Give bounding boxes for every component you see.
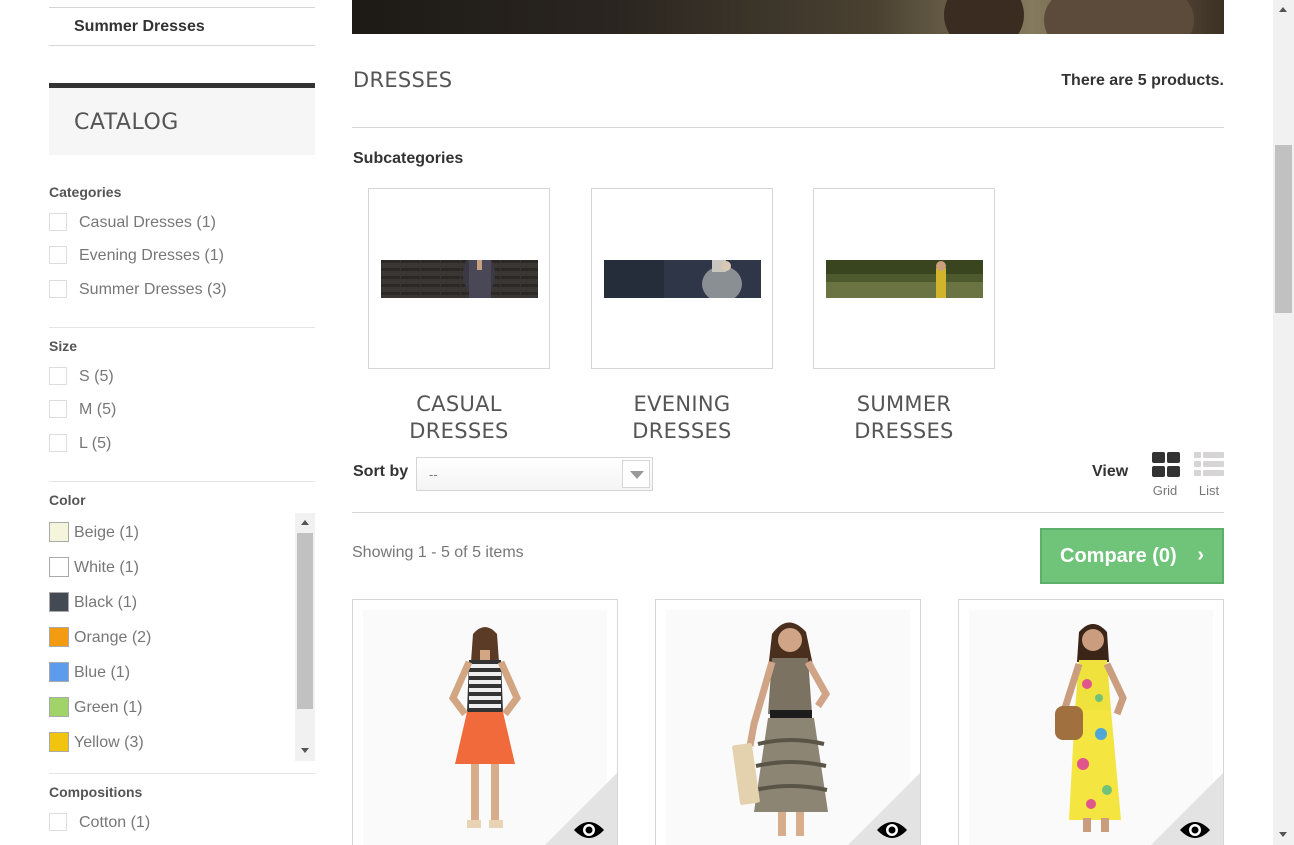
catalog-title: CATALOG (74, 110, 179, 135)
sort-by-label: Sort by (353, 463, 409, 480)
color-filter-label[interactable]: Blue (1) (74, 664, 130, 682)
subcategory-thumbnail[interactable] (381, 260, 538, 298)
color-swatch[interactable] (49, 522, 69, 542)
subcategory-thumbnail[interactable] (826, 260, 983, 298)
compare-label[interactable]: Compare (0) (1060, 545, 1177, 568)
product-card[interactable] (958, 599, 1224, 845)
divider (49, 481, 315, 482)
view-grid-label[interactable]: Grid (1149, 483, 1181, 498)
view-list-label[interactable]: List (1193, 483, 1225, 498)
subcategory-image-frame[interactable] (591, 188, 773, 369)
checkbox[interactable] (49, 813, 67, 831)
scroll-down-arrow-icon[interactable] (301, 748, 309, 753)
product-image[interactable] (728, 614, 848, 844)
category-banner-image (352, 0, 1224, 34)
sort-by-value[interactable]: -- (429, 467, 438, 482)
checkbox[interactable] (49, 280, 67, 298)
checkbox[interactable] (49, 246, 67, 264)
color-swatch[interactable] (49, 557, 69, 577)
sidebar-item-summer-dresses[interactable]: Summer Dresses (49, 7, 315, 46)
view-label: View (1092, 463, 1129, 480)
color-filter-label[interactable]: Orange (2) (74, 629, 151, 647)
page-scrollbar[interactable] (1273, 0, 1294, 845)
product-image[interactable] (1031, 614, 1151, 844)
subcategory-name-line2[interactable]: DRESSES (368, 418, 550, 445)
scroll-up-arrow-icon[interactable] (1279, 7, 1287, 12)
color-swatch[interactable] (49, 697, 69, 717)
grid-view-icon[interactable] (1150, 452, 1180, 478)
subcategory-name-line2[interactable]: DRESSES (591, 418, 773, 445)
subcategory-evening-dresses[interactable]: EVENING DRESSES (591, 188, 773, 445)
page-title: DRESSES (353, 68, 453, 92)
color-filter-label[interactable]: Black (1) (74, 594, 137, 612)
filter-title-categories: Categories (49, 184, 122, 200)
filter-title-size: Size (49, 338, 78, 354)
divider (49, 327, 315, 328)
checkbox[interactable] (49, 434, 67, 452)
eye-icon[interactable] (1179, 820, 1211, 840)
color-swatch[interactable] (49, 662, 69, 682)
scroll-down-arrow-icon[interactable] (1279, 832, 1287, 837)
compare-button[interactable]: Compare (0) › (1040, 528, 1224, 584)
subcategory-casual-dresses[interactable]: CASUAL DRESSES (368, 188, 550, 445)
checkbox[interactable] (49, 367, 67, 385)
subcategory-name-line2[interactable]: DRESSES (813, 418, 995, 445)
subcategory-summer-dresses[interactable]: SUMMER DRESSES (813, 188, 995, 445)
sort-by-select[interactable]: -- (416, 457, 653, 491)
color-filter-label[interactable]: Beige (1) (74, 524, 139, 542)
view-grid-button[interactable]: Grid (1149, 452, 1181, 498)
color-swatch[interactable] (49, 592, 69, 612)
subcategory-name-line1[interactable]: CASUAL (368, 391, 550, 418)
sidebar-item-label[interactable]: Summer Dresses (74, 18, 205, 36)
showing-items-text: Showing 1 - 5 of 5 items (352, 544, 524, 561)
color-list-scrollbar-thumb[interactable] (297, 533, 313, 709)
subcategory-thumbnail[interactable] (604, 260, 761, 298)
divider (49, 773, 315, 774)
chevron-right-icon[interactable]: › (1197, 544, 1204, 567)
color-swatch[interactable] (49, 732, 69, 752)
eye-icon[interactable] (573, 820, 605, 840)
subcategory-name-line1[interactable]: SUMMER (813, 391, 995, 418)
divider (352, 512, 1224, 513)
subcategories-title: Subcategories (353, 150, 464, 167)
chevron-down-icon[interactable] (622, 460, 650, 488)
color-swatch[interactable] (49, 627, 69, 647)
product-image[interactable] (425, 614, 545, 844)
divider (352, 127, 1224, 128)
checkbox[interactable] (49, 213, 67, 231)
list-view-icon[interactable] (1194, 452, 1224, 478)
color-filter-label[interactable]: White (1) (74, 559, 139, 577)
checkbox[interactable] (49, 400, 67, 418)
page-scrollbar-thumb[interactable] (1275, 145, 1292, 313)
subcategory-name-line1[interactable]: EVENING (591, 391, 773, 418)
catalog-block-header: CATALOG (49, 83, 315, 155)
product-card[interactable] (655, 599, 921, 845)
subcategory-image-frame[interactable] (813, 188, 995, 369)
scroll-up-arrow-icon[interactable] (301, 520, 309, 525)
color-filter-label[interactable]: Yellow (3) (74, 734, 144, 752)
filter-title-color: Color (49, 492, 86, 508)
eye-icon[interactable] (876, 820, 908, 840)
color-list-scrollbar[interactable] (295, 513, 315, 761)
filter-title-compositions: Compositions (49, 784, 143, 800)
product-count: There are 5 products. (1061, 72, 1224, 89)
subcategory-image-frame[interactable] (368, 188, 550, 369)
color-filter-label[interactable]: Green (1) (74, 699, 142, 717)
product-card[interactable] (352, 599, 618, 845)
view-list-button[interactable]: List (1193, 452, 1225, 498)
